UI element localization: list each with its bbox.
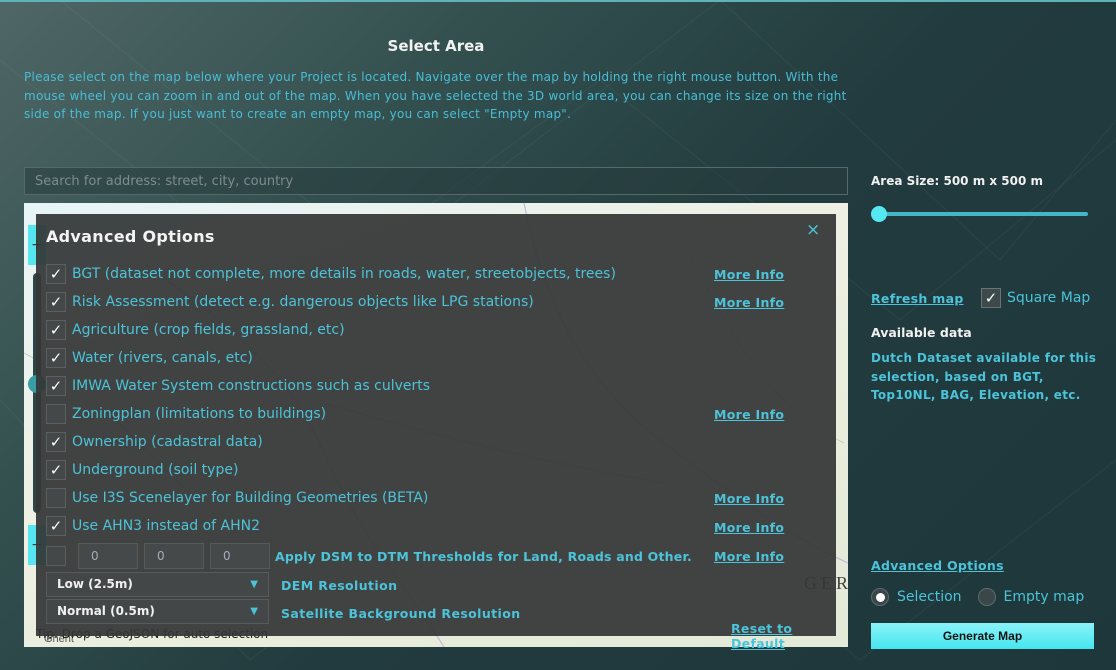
option-label: Zoningplan (limitations to buildings) — [72, 406, 327, 422]
option-ahn3[interactable]: ✓ Use AHN3 instead of AHN2 — [46, 515, 260, 537]
radio-empty-map-label[interactable]: Empty map — [1004, 589, 1085, 605]
checkbox[interactable]: ✓ — [46, 320, 66, 340]
option-bgt[interactable]: ✓ BGT (dataset not complete, more detail… — [46, 263, 616, 285]
option-label: Use AHN3 instead of AHN2 — [72, 518, 261, 534]
more-info-dsm[interactable]: More Info — [714, 549, 784, 564]
satellite-resolution-value: Normal (0.5m) — [57, 604, 155, 618]
dropdown-arrow-icon: ▼ — [250, 606, 258, 617]
square-map-option[interactable]: ✓ Square Map — [981, 288, 1090, 308]
page-title: Select Area — [387, 37, 485, 55]
intro-text: Please select on the map below where you… — [24, 70, 847, 121]
checkbox-unchecked[interactable] — [46, 404, 66, 424]
option-agriculture[interactable]: ✓ Agriculture (crop fields, grassland, e… — [46, 319, 345, 341]
checkbox[interactable]: ✓ — [46, 264, 66, 284]
generate-map-button[interactable]: Generate Map — [871, 623, 1094, 649]
dem-resolution-value: Low (2.5m) — [57, 577, 133, 591]
address-search-input[interactable] — [24, 167, 848, 195]
more-info-i3s[interactable]: More Info — [714, 491, 784, 506]
area-size-label: Area Size: 500 m x 500 m — [871, 174, 1044, 188]
close-icon[interactable]: × — [806, 220, 820, 240]
dem-resolution-label: DEM Resolution — [281, 578, 398, 593]
option-underground[interactable]: ✓ Underground (soil type) — [46, 459, 238, 481]
area-size-slider-handle[interactable] — [871, 206, 887, 222]
option-water[interactable]: ✓ Water (rivers, canals, etc) — [46, 347, 253, 369]
advanced-options-link[interactable]: Advanced Options — [871, 558, 1004, 573]
option-i3s[interactable]: Use I3S Scenelayer for Building Geometri… — [46, 487, 428, 509]
radio-empty-map[interactable] — [977, 588, 996, 606]
reset-to-default-link[interactable]: Reset to Default — [731, 621, 836, 651]
checkbox[interactable]: ✓ — [46, 348, 66, 368]
dem-resolution-select[interactable]: Low (2.5m) ▼ — [46, 572, 269, 597]
more-info-bgt[interactable]: More Info — [714, 267, 784, 282]
option-label: Underground (soil type) — [72, 462, 239, 478]
radio-selection[interactable] — [871, 588, 889, 606]
checkbox[interactable]: ✓ — [46, 516, 66, 536]
refresh-map-link[interactable]: Refresh map — [871, 291, 964, 306]
threshold-other-input[interactable]: 0 — [210, 543, 270, 569]
option-label: IMWA Water System constructions such as … — [72, 378, 431, 394]
checkbox[interactable]: ✓ — [46, 432, 66, 452]
checkbox-unchecked[interactable] — [46, 546, 66, 566]
available-data-title: Available data — [871, 325, 972, 340]
option-label: Ownership (cadastral data) — [72, 434, 263, 450]
more-info-risk-assessment[interactable]: More Info — [714, 295, 784, 310]
option-imwa[interactable]: ✓ IMWA Water System constructions such a… — [46, 375, 430, 397]
dropdown-arrow-icon: ▼ — [250, 579, 258, 590]
threshold-land-input[interactable]: 0 — [78, 543, 138, 569]
satellite-resolution-label: Satellite Background Resolution — [281, 606, 521, 621]
option-label: Agriculture (crop fields, grassland, etc… — [72, 322, 345, 338]
map-mode-radio-group: Selection Empty map — [871, 588, 1100, 606]
window-top-border — [0, 0, 1116, 2]
option-label: BGT (dataset not complete, more details … — [72, 266, 616, 282]
more-info-zoningplan[interactable]: More Info — [714, 407, 784, 422]
square-map-checkbox[interactable]: ✓ — [981, 288, 1001, 308]
option-risk-assessment[interactable]: ✓ Risk Assessment (detect e.g. dangerous… — [46, 291, 534, 313]
option-dsm-thresholds[interactable] — [46, 545, 72, 567]
checkbox[interactable]: ✓ — [46, 460, 66, 480]
option-zoningplan[interactable]: Zoningplan (limitations to buildings) — [46, 403, 326, 425]
available-data-text: Dutch Dataset available for this selecti… — [871, 351, 1097, 402]
radio-selection-label[interactable]: Selection — [897, 589, 962, 605]
option-label: Use I3S Scenelayer for Building Geometri… — [72, 490, 429, 506]
area-size-slider-track[interactable] — [879, 212, 1088, 216]
dsm-threshold-label: Apply DSM to DTM Thresholds for Land, Ro… — [275, 549, 692, 564]
square-map-label: Square Map — [1007, 290, 1091, 306]
threshold-roads-input[interactable]: 0 — [144, 543, 204, 569]
checkbox[interactable]: ✓ — [46, 292, 66, 312]
more-info-ahn3[interactable]: More Info — [714, 520, 784, 535]
advanced-options-panel: Advanced Options × ✓ BGT (dataset not co… — [36, 214, 836, 651]
checkbox-unchecked[interactable] — [46, 488, 66, 508]
option-ownership[interactable]: ✓ Ownership (cadastral data) — [46, 431, 263, 453]
satellite-resolution-select[interactable]: Normal (0.5m) ▼ — [46, 599, 269, 624]
checkbox[interactable]: ✓ — [46, 376, 66, 396]
option-label: Risk Assessment (detect e.g. dangerous o… — [72, 294, 534, 310]
option-label: Water (rivers, canals, etc) — [72, 350, 253, 366]
advanced-options-title: Advanced Options — [46, 227, 215, 246]
